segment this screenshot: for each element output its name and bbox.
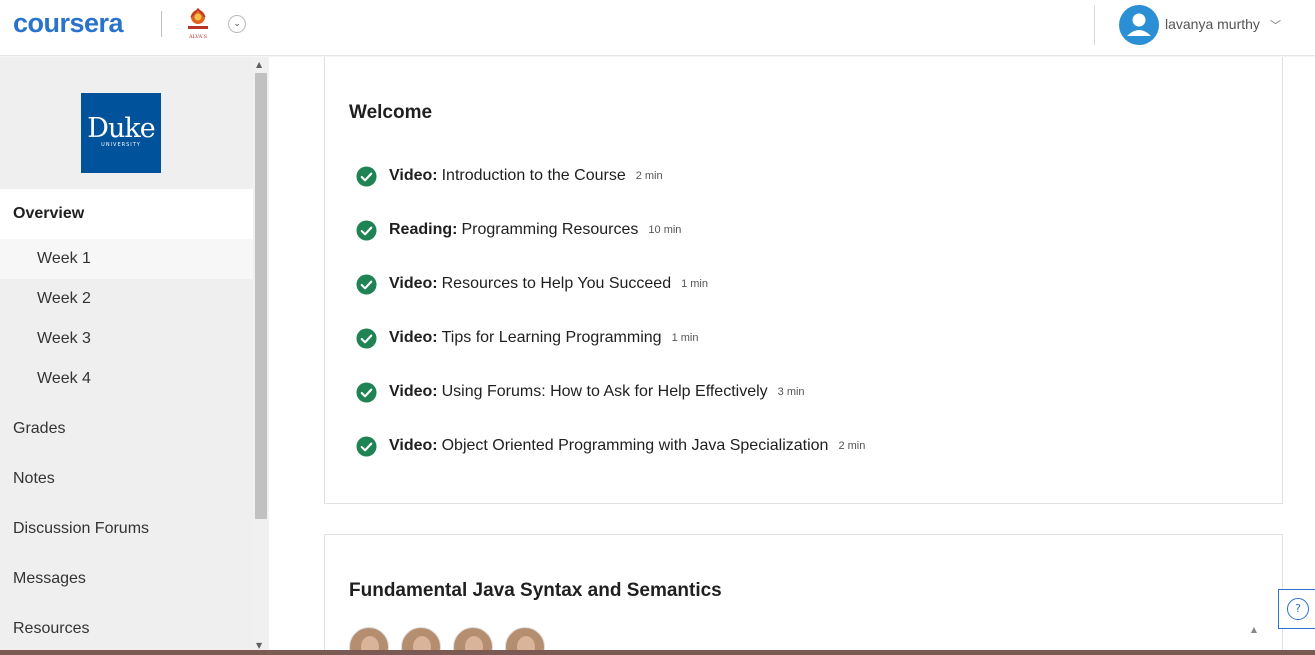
section-card-welcome: Welcome Video: Introduction to the Cours… [324, 57, 1283, 504]
sidebar-item-messages[interactable]: Messages [0, 554, 253, 604]
duke-logo-word: Duke [87, 113, 155, 144]
lesson-item[interactable]: Video: Tips for Learning Programming 1 m… [356, 326, 698, 350]
top-header: coursera ALVA'S ⌄ lavanya murthy ﹀ [0, 0, 1315, 56]
course-sidebar: Duke UNIVERSITY Overview Week 1 Week 2 W… [0, 57, 269, 655]
sidebar-item-week-4[interactable]: Week 4 [0, 359, 253, 399]
lesson-title[interactable]: Tips for Learning Programming [442, 329, 662, 347]
main-content: Welcome Video: Introduction to the Cours… [269, 57, 1315, 655]
user-avatar-icon[interactable] [1119, 5, 1159, 45]
sidebar-item-grades[interactable]: Grades [0, 404, 253, 454]
help-button[interactable]: ? [1278, 589, 1315, 629]
user-name[interactable]: lavanya murthy [1165, 16, 1260, 32]
completed-check-icon [356, 273, 377, 295]
sidebar-item-resources[interactable]: Resources [0, 604, 253, 654]
bottom-edge-strip [0, 650, 1315, 655]
lesson-item[interactable]: Reading: Programming Resources 10 min [356, 218, 681, 242]
lesson-type: Video: [389, 275, 438, 292]
completed-check-icon [356, 381, 377, 403]
lesson-duration: 2 min [838, 440, 866, 452]
lesson-duration: 1 min [681, 278, 708, 290]
header-divider-right [1094, 5, 1095, 45]
completed-check-icon [356, 165, 377, 187]
coursera-logo[interactable]: coursera [13, 8, 124, 39]
help-question-icon: ? [1287, 598, 1309, 620]
chevron-down-icon[interactable]: ⌄ [228, 15, 246, 33]
lesson-duration: 10 min [648, 224, 682, 236]
scroll-up-arrow-icon[interactable]: ▲ [1251, 625, 1257, 634]
lesson-item[interactable]: Video: Resources to Help You Succeed 1 m… [356, 272, 708, 296]
sidebar-scrollbar[interactable]: ▲ ▼ [253, 57, 269, 655]
section-title: Fundamental Java Syntax and Semantics [349, 580, 722, 601]
sidebar-item-discussion-forums[interactable]: Discussion Forums [0, 504, 253, 554]
lesson-duration: 3 min [777, 386, 805, 398]
lesson-duration: 1 min [671, 332, 699, 344]
duke-university-logo[interactable]: Duke UNIVERSITY [81, 93, 161, 173]
sidebar-logo-area: Duke UNIVERSITY [0, 57, 253, 189]
sidebar-item-overview[interactable]: Overview [0, 189, 253, 239]
sidebar-scroll-thumb[interactable] [255, 73, 267, 519]
header-divider [161, 11, 162, 37]
partner-logo[interactable]: ALVA'S [183, 8, 213, 40]
lesson-duration: 2 min [635, 170, 663, 182]
section-title: Welcome [349, 102, 433, 123]
completed-check-icon [356, 435, 377, 457]
scroll-down-arrow-icon[interactable]: ▼ [256, 641, 262, 650]
sidebar-item-week-1[interactable]: Week 1 [0, 239, 253, 279]
lesson-title[interactable]: Using Forums: How to Ask for Help Effect… [442, 383, 768, 401]
lesson-title[interactable]: Resources to Help You Succeed [442, 275, 671, 293]
partner-logo-text: ALVA'S [188, 34, 208, 40]
sidebar-item-week-3[interactable]: Week 3 [0, 319, 253, 359]
lesson-title[interactable]: Introduction to the Course [442, 167, 626, 185]
sidebar-item-notes[interactable]: Notes [0, 454, 253, 504]
user-menu-chevron-icon[interactable]: ﹀ [1270, 17, 1281, 33]
lesson-type: Video: [389, 437, 438, 454]
lesson-title[interactable]: Programming Resources [461, 221, 638, 239]
lesson-type: Video: [389, 383, 438, 400]
lesson-type: Video: [389, 167, 438, 184]
sidebar-nav: Overview Week 1 Week 2 Week 3 Week 4 Gra… [0, 189, 253, 654]
completed-check-icon [356, 219, 377, 241]
completed-check-icon [356, 327, 377, 349]
lesson-item[interactable]: Video: Using Forums: How to Ask for Help… [356, 380, 805, 404]
lesson-item[interactable]: Video: Introduction to the Course 2 min [356, 164, 663, 188]
lesson-title[interactable]: Object Oriented Programming with Java Sp… [442, 437, 829, 455]
lesson-item[interactable]: Video: Object Oriented Programming with … [356, 434, 865, 458]
lesson-type: Video: [389, 329, 438, 346]
section-card-java-syntax: Fundamental Java Syntax and Semantics ▲ [324, 534, 1283, 655]
scroll-up-arrow-icon[interactable]: ▲ [256, 60, 262, 69]
lesson-type: Reading: [389, 221, 458, 238]
sidebar-item-week-2[interactable]: Week 2 [0, 279, 253, 319]
